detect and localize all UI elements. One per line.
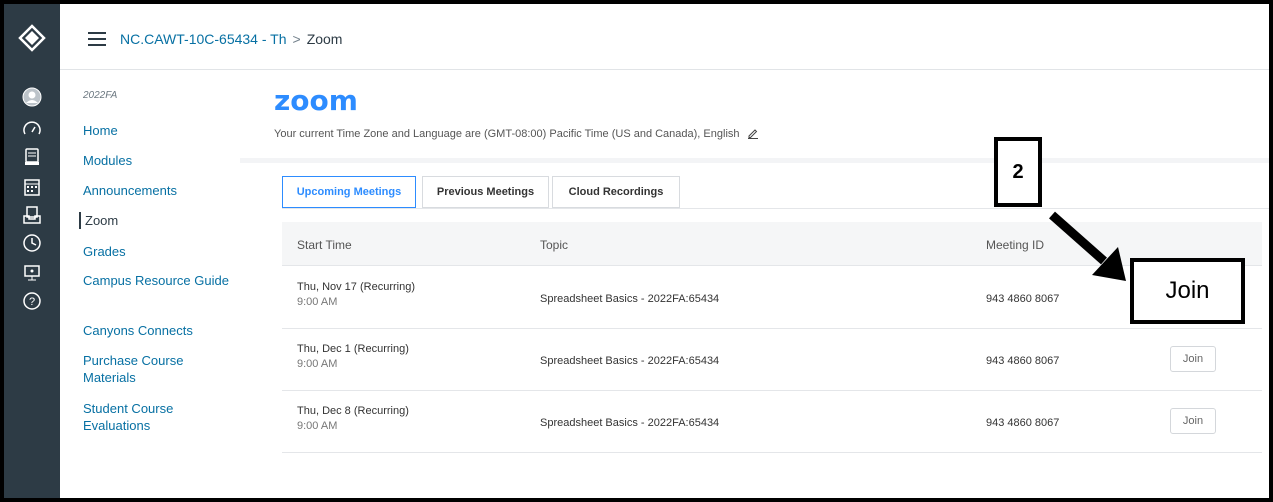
course-nav-zoom[interactable]: Zoom (79, 212, 229, 229)
course-nav-purchase-course-materials[interactable]: Purchase Course Materials (83, 352, 233, 386)
meeting-time: 9:00 AM (297, 420, 338, 432)
app-window: ? NC.CAWT-10C-65434 - Th > Zoom 2022FA Hom… (4, 4, 1269, 498)
edit-pencil-icon[interactable] (747, 127, 759, 139)
meeting-date: Thu, Dec 8 (Recurring) (297, 405, 409, 417)
column-meeting-id: Meeting ID (986, 238, 1045, 252)
meeting-id: 943 4860 8067 (986, 417, 1060, 429)
meeting-topic: Spreadsheet Basics - 2022FA:65434 (540, 355, 720, 367)
start-time: Thu, Dec 8 (Recurring) 9:00 AM (297, 405, 409, 432)
history-icon[interactable] (4, 228, 60, 258)
timezone-info: Your current Time Zone and Language are … (274, 127, 759, 140)
tab-upcoming-meetings[interactable]: Upcoming Meetings (282, 176, 416, 208)
start-time: Thu, Nov 17 (Recurring) 9:00 AM (297, 281, 415, 308)
course-nav-student-course-evaluations[interactable]: Student Course Evaluations (83, 400, 233, 434)
page-header: NC.CAWT-10C-65434 - Th > Zoom (60, 4, 1269, 70)
course-nav-canyons-connects[interactable]: Canyons Connects (83, 322, 233, 339)
dashboard-icon[interactable] (4, 114, 60, 144)
course-nav-home[interactable]: Home (83, 122, 233, 139)
meeting-time: 9:00 AM (297, 358, 338, 370)
account-icon[interactable] (4, 82, 60, 112)
meeting-time: 9:00 AM (297, 296, 338, 308)
help-icon[interactable]: ? (4, 286, 60, 316)
column-topic: Topic (540, 238, 569, 252)
arrow-down-right-icon (1049, 211, 1126, 281)
calendar-icon[interactable] (4, 172, 60, 202)
meeting-id: 943 4860 8067 (986, 355, 1060, 367)
meeting-id: 943 4860 8067 (986, 293, 1060, 305)
breadcrumb-current: Zoom (306, 31, 343, 47)
canvas-logo-icon[interactable] (18, 24, 46, 52)
term-label: 2022FA (83, 90, 118, 101)
zoom-content: zoom Your current Time Zone and Language… (240, 70, 1269, 498)
meeting-date: Thu, Nov 17 (Recurring) (297, 281, 415, 293)
table-row: Thu, Dec 1 (Recurring) 9:00 AM Spreadshe… (282, 329, 1262, 391)
meeting-topic: Spreadsheet Basics - 2022FA:65434 (540, 293, 720, 305)
table-row: Thu, Dec 8 (Recurring) 9:00 AM Spreadshe… (282, 391, 1262, 453)
join-button[interactable]: Join (1170, 408, 1216, 434)
course-nav-modules[interactable]: Modules (83, 152, 233, 169)
tab-cloud-recordings[interactable]: Cloud Recordings (552, 176, 680, 208)
start-time: Thu, Dec 1 (Recurring) 9:00 AM (297, 343, 409, 370)
svg-text:?: ? (29, 296, 35, 308)
join-button[interactable]: Join (1170, 346, 1216, 372)
course-nav-grades[interactable]: Grades (83, 243, 233, 260)
step-number-badge: 2 (994, 137, 1042, 207)
timezone-text: Your current Time Zone and Language are … (274, 128, 740, 140)
breadcrumb-separator: > (292, 31, 301, 47)
meeting-date: Thu, Dec 1 (Recurring) (297, 343, 409, 355)
course-nav-announcements[interactable]: Announcements (83, 182, 233, 199)
course-nav-campus-resource-guide[interactable]: Campus Resource Guide (83, 272, 233, 289)
global-nav: ? (4, 4, 60, 498)
inbox-icon[interactable] (4, 200, 60, 230)
breadcrumb-course-link[interactable]: NC.CAWT-10C-65434 - Th (120, 31, 287, 47)
section-divider (240, 158, 1269, 163)
join-button-highlighted[interactable]: Join (1130, 258, 1245, 324)
course-nav: 2022FA Home Modules Announcements Zoom G… (60, 70, 240, 498)
hamburger-menu-icon[interactable] (88, 32, 106, 46)
tab-previous-meetings[interactable]: Previous Meetings (422, 176, 549, 208)
breadcrumb: NC.CAWT-10C-65434 - Th > Zoom (120, 31, 342, 47)
zoom-logo: zoom (274, 84, 358, 117)
column-start-time: Start Time (297, 238, 352, 252)
meeting-topic: Spreadsheet Basics - 2022FA:65434 (540, 417, 720, 429)
courses-icon[interactable] (4, 142, 60, 172)
commons-icon[interactable] (4, 258, 60, 288)
